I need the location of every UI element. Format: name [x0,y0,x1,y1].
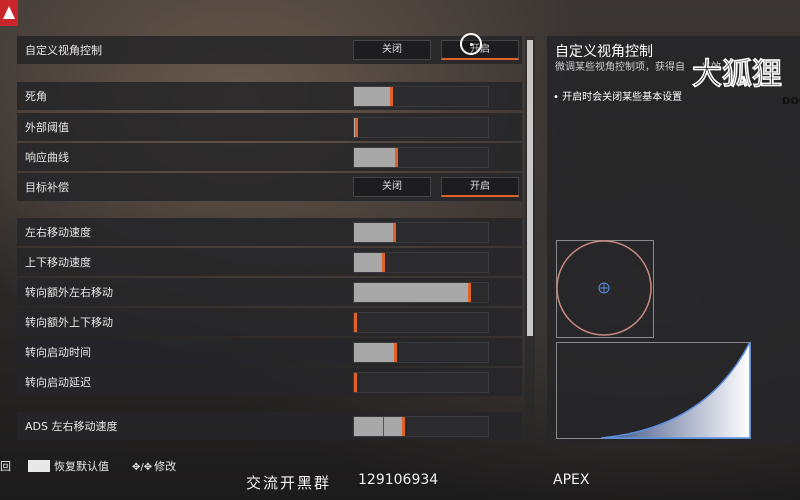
reset-defaults-hint[interactable]: 恢复默认值 [28,458,109,474]
overlay-game-text: APEX [553,472,590,488]
slider-fill [354,118,359,137]
slider-fill [354,148,399,167]
watermark-small: DOC [782,96,800,107]
setting-label: 自定义视角控制 [25,44,102,57]
overlay-group-number: 129106934 [358,472,439,488]
setting-row-custom-look-controls: 自定义视角控制 关闭 开启 [17,36,522,64]
dpad-icon: ✥/✥ [132,462,153,473]
setting-label: 转向额外上下移动 [25,316,113,329]
slider-fill [354,253,385,272]
turn-extra-pitch-slider[interactable] [353,312,489,333]
response-curve-preview [556,342,751,439]
modify-hint[interactable]: ✥/✥ 修改 [132,458,176,474]
response-curve-area [600,342,751,439]
setting-row-deadzone: 死角 [17,82,522,110]
setting-row-response-curve: 响应曲线 [17,143,522,171]
custom-look-off-button[interactable]: 关闭 [353,40,431,60]
setting-label: 目标补偿 [25,181,69,194]
setting-row-outer-threshold: 外部阈值 [17,113,522,141]
setting-label: 转向额外左右移动 [25,286,113,299]
outer-threshold-slider[interactable] [353,117,489,138]
keyboard-key-icon [28,460,50,472]
scrollbar[interactable] [525,36,535,444]
setting-row-yaw-speed: 左右移动速度 [17,218,522,246]
slider-fill [354,283,471,302]
setting-label: 转向启动延迟 [25,376,91,389]
cursor-ring-icon [460,33,482,55]
slider-fill [354,373,357,392]
slider-fill [354,343,397,362]
deadzone-preview [556,240,654,338]
setting-row-turn-extra-pitch: 转向额外上下移动 [17,308,522,336]
pitch-speed-slider[interactable] [353,252,489,273]
info-bullet: • 开启时会关闭某些基本设置 [553,92,683,103]
setting-label: 外部阈值 [25,121,69,134]
default-marker [383,417,384,436]
turn-ramp-delay-slider[interactable] [353,372,489,393]
setting-label: 上下移动速度 [25,256,91,269]
slider-fill [354,223,396,242]
setting-label: 响应曲线 [25,151,69,164]
reset-defaults-label: 恢复默认值 [54,460,109,473]
target-compensation-off-button[interactable]: 关闭 [353,177,431,197]
apex-logo-icon [0,0,18,26]
setting-row-target-compensation: 目标补偿 关闭 开启 [17,173,522,201]
crosshair-icon [598,282,610,294]
setting-label: 转向启动时间 [25,346,91,359]
slider-fill [354,313,357,332]
turn-ramp-time-slider[interactable] [353,342,489,363]
setting-row-pitch-speed: 上下移动速度 [17,248,522,276]
setting-row-turn-extra-yaw: 转向额外左右移动 [17,278,522,306]
settings-list: 自定义视角控制 关闭 开启 死角 外部阈值 响应曲线 目标补偿 关闭 开启 左右… [17,36,522,444]
overlay-group-text: 交流开黑群 [246,474,332,492]
watermark-logo: 大狐狸 DOC [692,57,800,107]
slider-fill [354,87,393,106]
setting-row-turn-ramp-delay: 转向启动延迟 [17,368,522,396]
setting-label: 左右移动速度 [25,226,91,239]
yaw-speed-slider[interactable] [353,222,489,243]
info-subtitle-text: 微调某些视角控制项，获得自 [555,62,685,73]
watermark-text: 大狐狸 [692,57,782,92]
back-hint[interactable]: 回 [0,458,11,474]
slider-fill [354,417,405,436]
response-curve-slider[interactable] [353,147,489,168]
setting-label: ADS 左右移动速度 [25,420,118,433]
setting-row-turn-ramp-time: 转向启动时间 [17,338,522,366]
setting-label: 死角 [25,90,47,103]
turn-extra-yaw-slider[interactable] [353,282,489,303]
setting-row-ads-yaw-speed: ADS 左右移动速度 [17,412,522,440]
scrollbar-thumb[interactable] [527,40,533,336]
target-compensation-on-button[interactable]: 开启 [441,177,519,197]
modify-label: 修改 [154,460,177,473]
deadzone-slider[interactable] [353,86,489,107]
ads-yaw-speed-slider[interactable] [353,416,489,437]
